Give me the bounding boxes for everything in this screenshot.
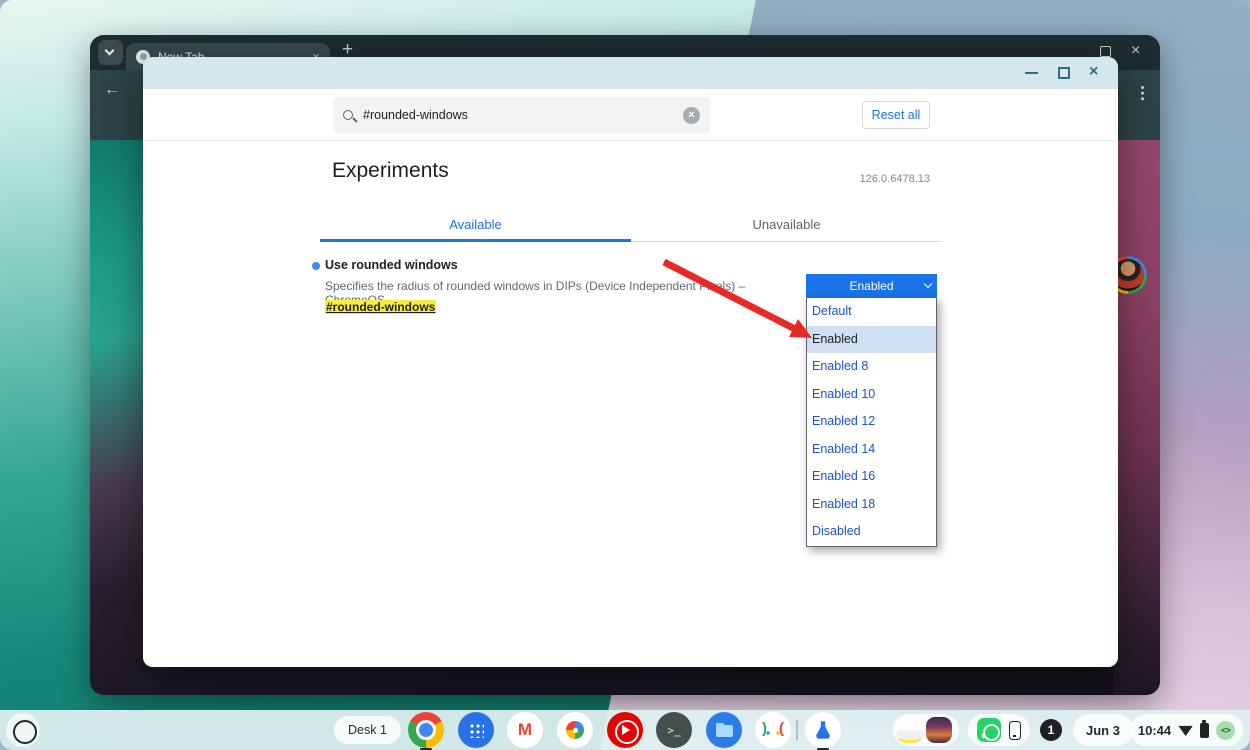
chromeos-screen: New Tab × + × ← → New marks <box>0 0 1250 750</box>
browser-close-icon[interactable]: × <box>1131 42 1140 60</box>
clock: 10:44 <box>1138 723 1171 738</box>
image-thumbnail[interactable] <box>926 717 952 743</box>
shelf: Desk 1 1 Jun 3 10:44 <> <box>0 710 1250 750</box>
option-enabled[interactable]: Enabled <box>807 326 936 354</box>
option-default[interactable]: Default <box>807 298 936 326</box>
chevron-down-icon <box>105 46 115 56</box>
launcher-button[interactable] <box>6 713 40 747</box>
wifi-icon <box>1178 724 1193 736</box>
files-icon[interactable] <box>706 712 742 748</box>
search-input[interactable] <box>363 108 683 122</box>
flask-app-icon[interactable] <box>805 712 841 748</box>
option-enabled-14[interactable]: Enabled 14 <box>807 436 936 464</box>
status-tray[interactable]: 10:44 <> <box>1130 714 1243 746</box>
screenshot-thumbnail[interactable] <box>897 717 923 743</box>
flags-header: × Reset all <box>143 89 1118 141</box>
clear-search-icon[interactable]: × <box>683 107 700 124</box>
option-enabled-10[interactable]: Enabled 10 <box>807 381 936 409</box>
option-enabled-18[interactable]: Enabled 18 <box>807 491 936 519</box>
dev-channel-icon: <> <box>1216 721 1235 740</box>
browser-restore-icon[interactable] <box>1100 46 1111 57</box>
desk-button[interactable]: Desk 1 <box>334 716 401 744</box>
close-icon[interactable]: × <box>1089 63 1098 81</box>
flag-name: Use rounded windows <box>325 258 458 272</box>
grid-icon[interactable] <box>458 712 494 748</box>
date-button[interactable]: Jun 3 <box>1073 714 1133 746</box>
gmail-icon[interactable] <box>507 712 543 748</box>
whatsapp-icon <box>977 718 1001 742</box>
maximize-icon[interactable] <box>1058 67 1070 79</box>
flags-titlebar[interactable]: × <box>143 57 1118 89</box>
ytmusic-icon[interactable] <box>607 712 643 748</box>
flags-body: Experiments 126.0.6478.13 Available Unav… <box>143 141 1118 667</box>
flag-bullet-icon <box>312 262 320 270</box>
page-title: Experiments <box>332 159 449 183</box>
flag-dropdown[interactable]: Enabled <box>806 274 937 297</box>
terminal-icon[interactable] <box>656 712 692 748</box>
flags-search-box[interactable]: × <box>333 97 710 133</box>
search-icon <box>343 110 353 120</box>
battery-icon <box>1200 723 1209 738</box>
holding-space-tote[interactable] <box>893 714 959 746</box>
option-enabled-8[interactable]: Enabled 8 <box>807 353 936 381</box>
browser-menu-icon[interactable] <box>1141 86 1144 89</box>
notification-counter[interactable]: 1 <box>1040 719 1062 741</box>
flags-window: × × Reset all Experiments 126.0.6478.13 … <box>143 57 1118 667</box>
new-tab-page-right <box>1114 140 1160 695</box>
flag-link[interactable]: #rounded-windows <box>325 300 436 314</box>
tab-unavailable[interactable]: Unavailable <box>631 212 942 242</box>
minimize-icon[interactable] <box>1025 72 1038 74</box>
smartphone-icon <box>1009 721 1021 740</box>
phone-hub-tray[interactable] <box>968 714 1030 746</box>
tab-search-button[interactable] <box>98 40 123 65</box>
flags-tabs: Available Unavailable <box>320 212 942 242</box>
reset-all-button[interactable]: Reset all <box>862 101 930 129</box>
option-enabled-12[interactable]: Enabled 12 <box>807 408 936 436</box>
chevron-down-icon <box>924 280 932 288</box>
dropdown-selected-value: Enabled <box>849 279 893 293</box>
option-disabled[interactable]: Disabled <box>807 518 936 546</box>
version-label: 126.0.6478.13 <box>860 173 930 185</box>
tab-available[interactable]: Available <box>320 212 631 242</box>
nearby-icon[interactable] <box>755 712 791 748</box>
option-enabled-16[interactable]: Enabled 16 <box>807 463 936 491</box>
dropdown-listbox: DefaultEnabledEnabled 8Enabled 10Enabled… <box>806 297 937 547</box>
chrome-icon[interactable] <box>408 712 444 748</box>
shelf-divider <box>796 720 798 740</box>
photos-icon[interactable] <box>557 712 593 748</box>
back-icon[interactable]: ← <box>104 81 120 99</box>
